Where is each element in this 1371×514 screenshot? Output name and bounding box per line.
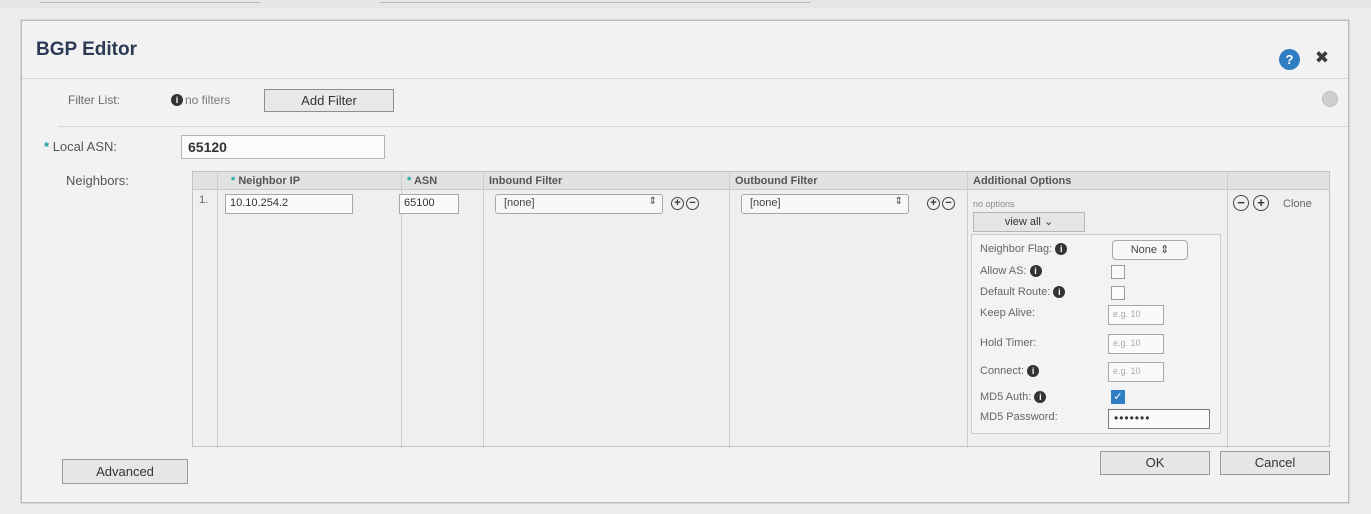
neighbor-flag-label-text: Neighbor Flag: (980, 243, 1053, 255)
background-tab (40, 0, 260, 3)
connect-label: Connect: i (980, 365, 1040, 378)
header-outbound-filter: Outbound Filter (735, 175, 818, 187)
info-icon: i (1053, 286, 1066, 299)
keep-alive-label: Keep Alive: (980, 307, 1036, 319)
info-icon: i (1027, 365, 1040, 378)
background-tab (380, 0, 810, 3)
neighbor-asn-input[interactable]: 65100 (399, 194, 459, 214)
select-arrow-icon: ⇕ (1160, 244, 1170, 256)
header-asn: * ASN (407, 175, 437, 187)
options-summary: no options (973, 199, 1015, 209)
header-additional-options: Additional Options (973, 175, 1072, 187)
view-all-button[interactable]: view all ⌄ (973, 212, 1085, 232)
view-all-label: view all (1004, 216, 1041, 228)
neighbors-label: Neighbors: (66, 173, 129, 188)
column-divider (1227, 172, 1228, 448)
row-index: 1. (199, 194, 209, 206)
column-divider (729, 172, 730, 448)
hold-timer-label: Hold Timer: (980, 337, 1037, 349)
info-icon: i (171, 94, 183, 106)
info-icon: i (1029, 265, 1042, 278)
neighbor-ip-input[interactable]: 10.10.254.2 (225, 194, 353, 214)
ok-button[interactable]: OK (1100, 451, 1210, 475)
select-arrow-icon: ⇕ (894, 196, 903, 207)
default-route-checkbox[interactable] (1111, 286, 1125, 300)
bgp-editor-dialog: BGP Editor ? ✖ Filter List: i no filters… (21, 20, 1349, 503)
chevron-down-icon: ⌄ (1043, 216, 1054, 228)
hold-timer-input[interactable]: e.g. 10 (1108, 334, 1164, 354)
header-inbound-filter: Inbound Filter (489, 175, 563, 187)
neighbor-flag-value: None (1130, 244, 1157, 256)
column-divider (217, 172, 218, 448)
clone-link[interactable]: Clone (1283, 198, 1312, 210)
additional-options-panel: Neighbor Flag: i None ⇕ Allow AS: i Defa… (971, 234, 1221, 434)
required-star-icon: * (407, 175, 412, 187)
background-window-strip (0, 0, 1371, 8)
default-route-label-text: Default Route: (980, 286, 1051, 298)
inbound-filter-value: [none] (504, 197, 535, 209)
default-route-label: Default Route: i (980, 286, 1066, 299)
grid-header: * Neighbor IP * ASN Inbound Filter Outbo… (193, 172, 1329, 190)
select-arrow-icon: ⇕ (648, 196, 657, 207)
allow-as-checkbox[interactable] (1111, 265, 1125, 279)
local-asn-input[interactable]: 65120 (181, 135, 385, 159)
column-divider (483, 172, 484, 448)
allow-as-label-text: Allow AS: (980, 265, 1027, 277)
allow-as-label: Allow AS: i (980, 265, 1042, 278)
keep-alive-input[interactable]: e.g. 10 (1108, 305, 1164, 325)
neighbor-flag-select[interactable]: None ⇕ (1112, 240, 1188, 260)
close-icon[interactable]: ✖ (1312, 48, 1332, 68)
outbound-filter-select[interactable]: [none] ⇕ (741, 194, 909, 214)
md5-auth-checkbox[interactable]: ✓ (1111, 390, 1125, 404)
advanced-button[interactable]: Advanced (62, 459, 188, 484)
remove-filter-icon[interactable]: − (686, 197, 699, 210)
md5-password-label: MD5 Password: (980, 411, 1058, 423)
add-filter-icon[interactable]: + (927, 197, 940, 210)
connect-input[interactable]: e.g. 10 (1108, 362, 1164, 382)
info-icon: i (1055, 243, 1068, 256)
cancel-button[interactable]: Cancel (1220, 451, 1330, 475)
local-asn-label: * Local ASN: (44, 139, 117, 154)
outbound-filter-value: [none] (750, 197, 781, 209)
filter-status: no filters (185, 93, 231, 107)
column-divider (967, 172, 968, 448)
filter-bar: Filter List: i no filters Add Filter (58, 79, 1348, 127)
help-icon[interactable]: ? (1279, 49, 1300, 70)
header-neighbor-ip-text: Neighbor IP (238, 175, 301, 187)
dialog-title: BGP Editor (36, 39, 137, 60)
dialog-titlebar: BGP Editor ? ✖ (22, 21, 1348, 79)
neighbors-grid: * Neighbor IP * ASN Inbound Filter Outbo… (192, 171, 1330, 448)
local-asn-label-text: Local ASN: (52, 139, 118, 154)
add-row-icon[interactable]: + (1253, 195, 1269, 211)
header-asn-text: ASN (413, 175, 438, 187)
info-icon: i (1034, 391, 1047, 404)
connect-label-text: Connect: (980, 365, 1025, 377)
md5-password-input[interactable]: ••••••• (1108, 409, 1210, 429)
neighbor-flag-label: Neighbor Flag: i (980, 243, 1068, 256)
required-star-icon: * (231, 175, 236, 187)
header-neighbor-ip: * Neighbor IP (231, 175, 300, 187)
settings-icon[interactable] (1322, 91, 1338, 107)
remove-filter-icon[interactable]: − (942, 197, 955, 210)
remove-row-icon[interactable]: − (1233, 195, 1249, 211)
inbound-filter-select[interactable]: [none] ⇕ (495, 194, 663, 214)
required-star-icon: * (44, 139, 50, 154)
add-filter-icon[interactable]: + (671, 197, 684, 210)
add-filter-button[interactable]: Add Filter (264, 89, 394, 112)
md5-auth-label-text: MD5 Auth: (980, 391, 1032, 403)
md5-auth-label: MD5 Auth: i (980, 391, 1047, 404)
filter-list-label: Filter List: (68, 93, 121, 107)
